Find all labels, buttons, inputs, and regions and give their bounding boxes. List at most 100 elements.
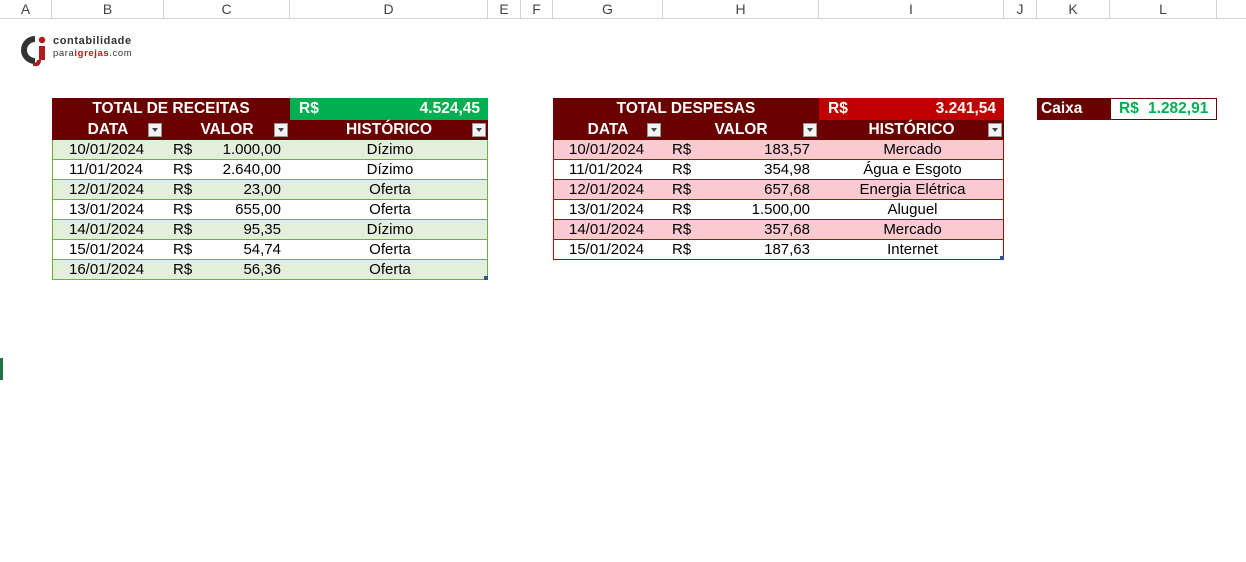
historico-cell[interactable]: Oferta <box>291 180 489 199</box>
table-row[interactable]: 11/01/2024 R$ 2.640,00 Dízimo <box>52 160 488 180</box>
date-cell[interactable]: 13/01/2024 <box>569 200 644 219</box>
currency-cell[interactable]: R$ <box>173 220 192 239</box>
value-cell[interactable]: 1.000,00 <box>223 140 281 159</box>
table-row[interactable]: 15/01/2024 R$ 187,63 Internet <box>553 240 1004 260</box>
column-header-c[interactable]: C <box>164 0 290 18</box>
value-cell[interactable]: 354,98 <box>764 160 810 179</box>
column-header-e[interactable]: E <box>488 0 521 18</box>
date-cell[interactable]: 16/01/2024 <box>69 260 144 279</box>
caixa-label[interactable]: Caixa <box>1037 98 1110 120</box>
value-cell[interactable]: 56,36 <box>243 260 281 279</box>
value-cell[interactable]: 187,63 <box>764 240 810 259</box>
value-cell[interactable]: 183,57 <box>764 140 810 159</box>
receitas-title[interactable]: TOTAL DE RECEITAS <box>52 98 290 120</box>
filter-dropdown-icon[interactable] <box>803 123 817 137</box>
date-cell[interactable]: 14/01/2024 <box>69 220 144 239</box>
date-cell[interactable]: 14/01/2024 <box>569 220 644 239</box>
value-cell[interactable]: 23,00 <box>243 180 281 199</box>
currency-cell[interactable]: R$ <box>672 200 691 219</box>
table-row[interactable]: 15/01/2024 R$ 54,74 Oferta <box>52 240 488 260</box>
date-cell[interactable]: 10/01/2024 <box>69 140 144 159</box>
despesas-total[interactable]: R$ 3.241,54 <box>819 98 1004 120</box>
currency-cell[interactable]: R$ <box>173 140 192 159</box>
historico-cell[interactable]: Oferta <box>291 240 489 259</box>
despesas-header-data[interactable]: DATA <box>553 120 663 140</box>
filter-dropdown-icon[interactable] <box>472 123 486 137</box>
historico-cell[interactable]: Dízimo <box>291 140 489 159</box>
column-header-b[interactable]: B <box>52 0 164 18</box>
currency-cell[interactable]: R$ <box>173 180 192 199</box>
currency-cell[interactable]: R$ <box>672 160 691 179</box>
table-resize-handle[interactable] <box>1000 256 1004 260</box>
receitas-header-valor[interactable]: VALOR <box>164 120 290 140</box>
table-row[interactable]: 10/01/2024 R$ 1.000,00 Dízimo <box>52 140 488 160</box>
receitas-header-historico[interactable]: HISTÓRICO <box>290 120 488 140</box>
column-header-l[interactable]: L <box>1110 0 1217 18</box>
despesas-header-valor[interactable]: VALOR <box>663 120 819 140</box>
column-header-h[interactable]: H <box>663 0 819 18</box>
table-row[interactable]: 10/01/2024 R$ 183,57 Mercado <box>553 140 1004 160</box>
currency-cell[interactable]: R$ <box>173 200 192 219</box>
date-cell[interactable]: 12/01/2024 <box>69 180 144 199</box>
date-cell[interactable]: 10/01/2024 <box>569 140 644 159</box>
table-resize-handle[interactable] <box>484 276 488 280</box>
value-cell[interactable]: 657,68 <box>764 180 810 199</box>
column-header-k[interactable]: K <box>1037 0 1110 18</box>
value-cell[interactable]: 95,35 <box>243 220 281 239</box>
caixa-value: 1.282,91 <box>1148 100 1209 117</box>
historico-cell[interactable]: Dízimo <box>291 160 489 179</box>
historico-cell[interactable]: Oferta <box>291 260 489 279</box>
column-header-d[interactable]: D <box>290 0 488 18</box>
table-row[interactable]: 13/01/2024 R$ 1.500,00 Aluguel <box>553 200 1004 220</box>
historico-cell[interactable]: Oferta <box>291 200 489 219</box>
table-row[interactable]: 14/01/2024 R$ 357,68 Mercado <box>553 220 1004 240</box>
date-cell[interactable]: 15/01/2024 <box>69 240 144 259</box>
historico-cell[interactable]: Mercado <box>820 140 1005 159</box>
table-row[interactable]: 13/01/2024 R$ 655,00 Oferta <box>52 200 488 220</box>
value-cell[interactable]: 357,68 <box>764 220 810 239</box>
header-label: DATA <box>587 121 629 138</box>
date-cell[interactable]: 13/01/2024 <box>69 200 144 219</box>
header-label: HISTÓRICO <box>345 121 433 138</box>
currency-cell[interactable]: R$ <box>173 260 192 279</box>
table-row[interactable]: 16/01/2024 R$ 56,36 Oferta <box>52 260 488 280</box>
date-cell[interactable]: 11/01/2024 <box>569 160 643 179</box>
date-cell[interactable]: 12/01/2024 <box>569 180 644 199</box>
historico-cell[interactable]: Mercado <box>820 220 1005 239</box>
column-header-f[interactable]: F <box>521 0 553 18</box>
despesas-header-historico[interactable]: HISTÓRICO <box>819 120 1004 140</box>
value-cell[interactable]: 54,74 <box>243 240 281 259</box>
currency-cell[interactable]: R$ <box>173 160 192 179</box>
column-header-g[interactable]: G <box>553 0 663 18</box>
value-cell[interactable]: 2.640,00 <box>223 160 281 179</box>
table-row[interactable]: 12/01/2024 R$ 23,00 Oferta <box>52 180 488 200</box>
table-row[interactable]: 14/01/2024 R$ 95,35 Dízimo <box>52 220 488 240</box>
column-header-a[interactable]: A <box>0 0 52 18</box>
historico-cell[interactable]: Internet <box>820 240 1005 259</box>
receitas-total[interactable]: R$ 4.524,45 <box>290 98 488 120</box>
currency-cell[interactable]: R$ <box>672 220 691 239</box>
currency-cell[interactable]: R$ <box>173 240 192 259</box>
table-row[interactable]: 11/01/2024 R$ 354,98 Água e Esgoto <box>553 160 1004 180</box>
date-cell[interactable]: 15/01/2024 <box>569 240 644 259</box>
receitas-header-data[interactable]: DATA <box>52 120 164 140</box>
date-cell[interactable]: 11/01/2024 <box>69 160 143 179</box>
currency-cell[interactable]: R$ <box>672 140 691 159</box>
caixa-value-cell[interactable]: R$ 1.282,91 <box>1110 98 1217 120</box>
table-row[interactable]: 12/01/2024 R$ 657,68 Energia Elétrica <box>553 180 1004 200</box>
filter-dropdown-icon[interactable] <box>647 123 661 137</box>
historico-cell[interactable]: Água e Esgoto <box>820 160 1005 179</box>
currency-cell[interactable]: R$ <box>672 240 691 259</box>
column-header-j[interactable]: J <box>1004 0 1037 18</box>
currency-cell[interactable]: R$ <box>672 180 691 199</box>
historico-cell[interactable]: Aluguel <box>820 200 1005 219</box>
filter-dropdown-icon[interactable] <box>988 123 1002 137</box>
value-cell[interactable]: 1.500,00 <box>752 200 810 219</box>
value-cell[interactable]: 655,00 <box>235 200 281 219</box>
historico-cell[interactable]: Dízimo <box>291 220 489 239</box>
despesas-title[interactable]: TOTAL DESPESAS <box>553 98 819 120</box>
filter-dropdown-icon[interactable] <box>148 123 162 137</box>
column-header-i[interactable]: I <box>819 0 1004 18</box>
filter-dropdown-icon[interactable] <box>274 123 288 137</box>
historico-cell[interactable]: Energia Elétrica <box>820 180 1005 199</box>
